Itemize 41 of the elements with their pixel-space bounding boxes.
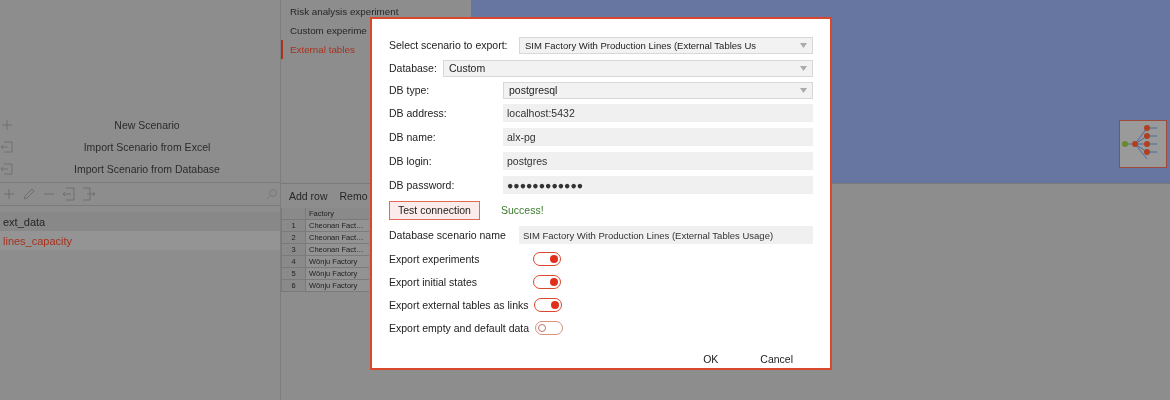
field-label: DB login: [389,155,433,167]
input-field[interactable]: localhost:5432 [503,104,813,122]
field-label: DB password: [389,179,456,191]
test-connection-button[interactable]: Test connection [389,200,480,220]
input-field[interactable]: SIM Factory With Production Lines (External Tables Usage) [519,226,813,244]
scenario-action[interactable]: Import Scenario from Excel [0,137,280,156]
field-label: DB name: [389,131,437,143]
option-label: Export external tables as links [389,298,529,311]
type-select[interactable]: postgresql [503,81,813,99]
field-label: DB type: [389,84,431,96]
field-label: Database scenario name [389,229,507,241]
dialog-button[interactable]: OK [699,351,723,367]
toolbar-button[interactable]: Add row [289,190,328,202]
dialog-button[interactable]: Cancel [756,351,797,367]
export-icon[interactable] [82,187,96,201]
import-icon [0,161,14,176]
option-label: Export initial states [389,275,479,288]
caret-icon [800,42,807,48]
toolbar-button[interactable]: Remo [339,190,368,202]
input-field[interactable]: postgres [503,152,813,170]
import-icon[interactable] [62,187,76,201]
database-select[interactable]: Custom [443,59,813,77]
caret-icon [800,87,807,93]
field-label: DB address: [389,107,448,119]
table-list-item[interactable]: ext_data [0,212,280,231]
plus-icon[interactable] [2,187,16,201]
import-icon [0,139,14,154]
scenario-action[interactable]: New Scenario [0,115,280,134]
option-label: Export experiments [389,252,481,265]
status-text: Success! [500,204,544,216]
scenario-action[interactable]: Import Scenario from Database [0,159,280,178]
input-field[interactable]: alx-pg [503,128,813,146]
pencil-icon[interactable] [22,187,36,201]
field-label: Database: [389,62,437,74]
scenario-select[interactable]: SIM Factory With Production Lines (External Tables Us [519,36,813,54]
network-diagram-icon [1119,120,1167,168]
field-label: Select scenario to export: [389,39,509,51]
caret-icon [800,65,807,71]
experiment-item[interactable]: Risk analysis experiment [281,2,471,21]
option-label: Export empty and default data [389,321,530,334]
input-field[interactable]: ●●●●●●●●●●●● [503,176,813,194]
